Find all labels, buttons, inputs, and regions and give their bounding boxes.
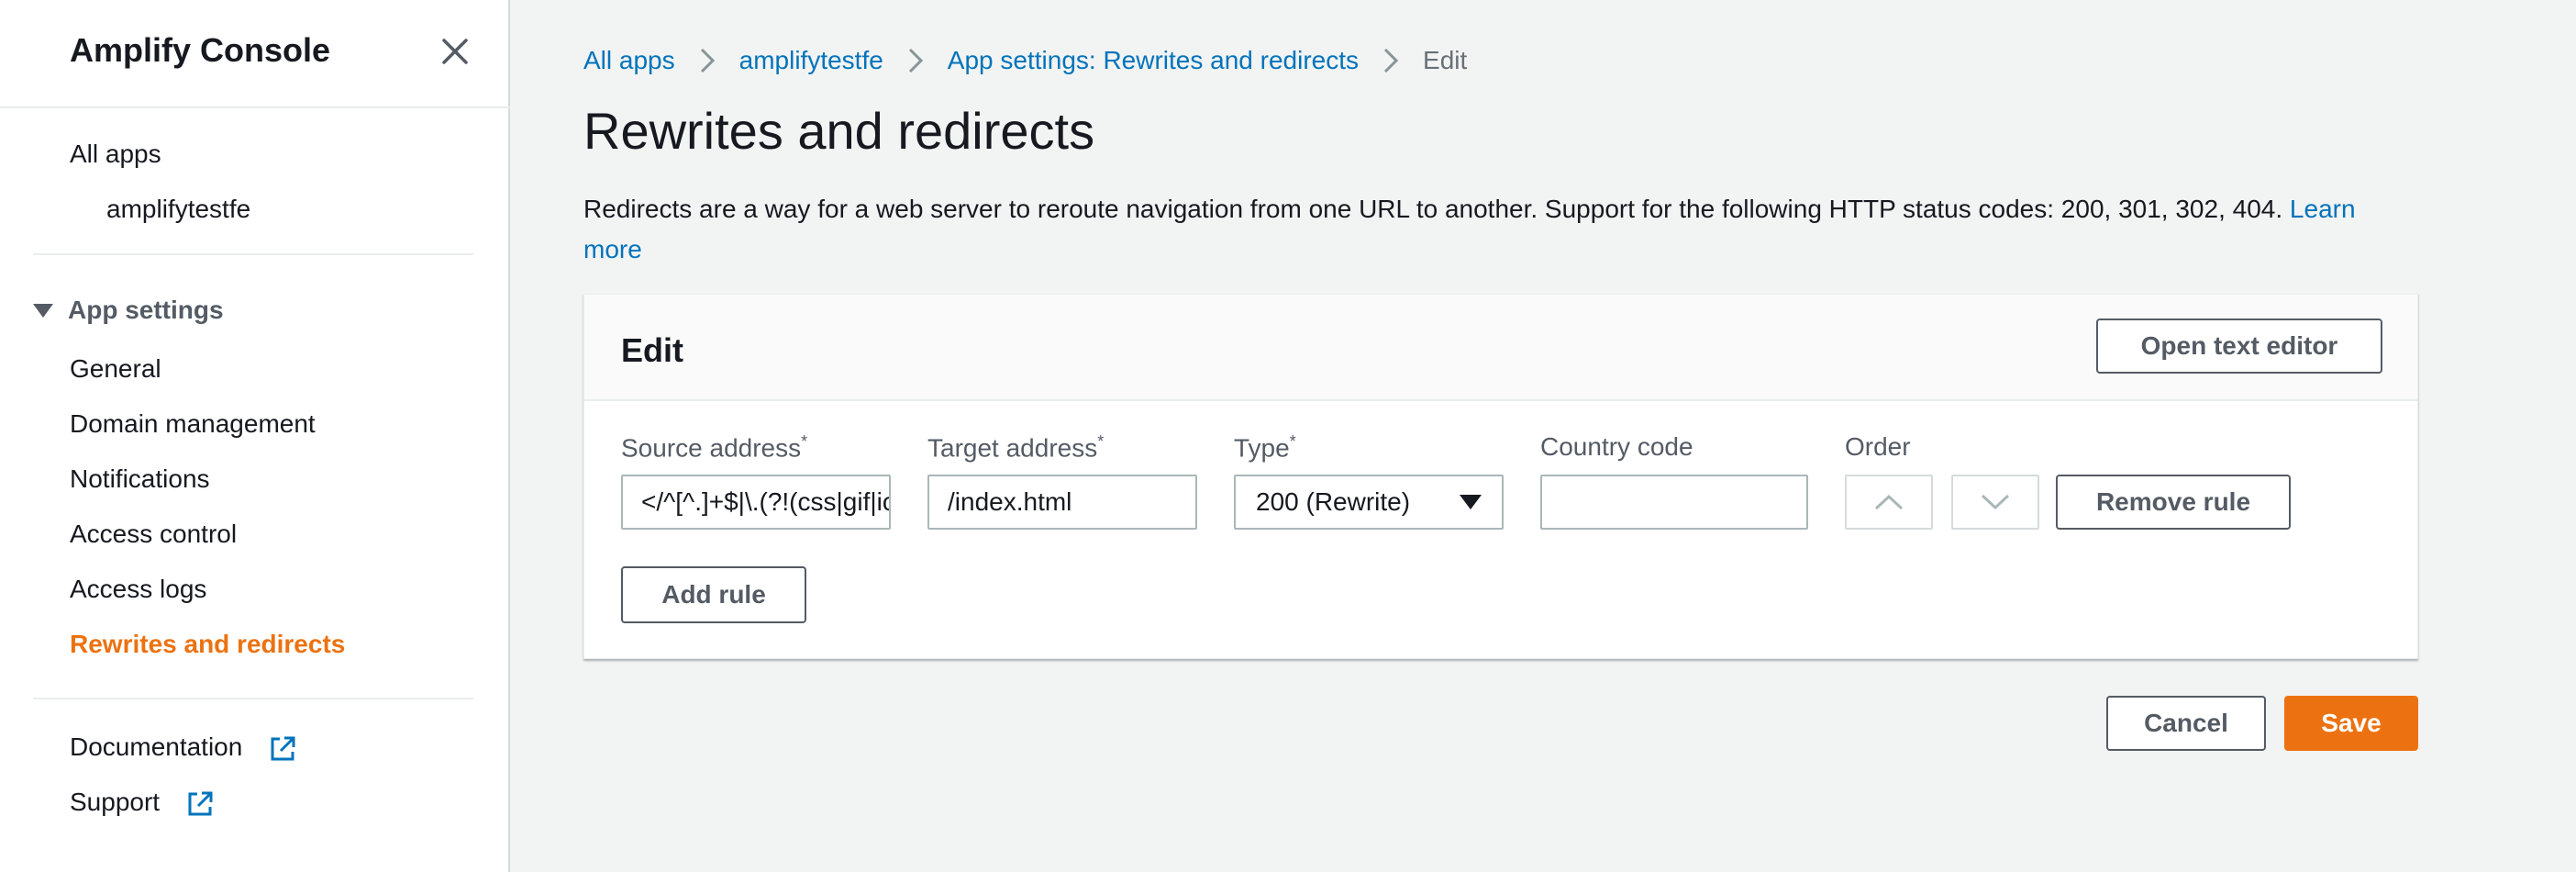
sidebar: Amplify Console All apps amplifytestfe A… [0,0,510,872]
sidebar-item-access-control[interactable]: Access control [70,520,237,549]
country-code-input[interactable] [1540,475,1808,530]
source-address-label: Source address* [621,432,807,463]
chevron-right-icon [1382,47,1399,74]
documentation-label: Documentation [70,732,243,761]
edit-panel-title: Edit [621,331,683,369]
type-label-text: Type [1234,433,1290,463]
cancel-button[interactable]: Cancel [2106,696,2266,751]
add-rule-button[interactable]: Add rule [621,566,806,623]
description-text: Redirects are a way for a web server to … [583,195,2283,223]
edit-panel: Edit Open text editor Source address* Ta… [583,294,2418,659]
type-label: Type* [1234,432,1296,463]
app-settings-section-toggle[interactable]: App settings [33,296,224,325]
chevron-right-icon [907,47,924,74]
section-label: App settings [68,296,224,324]
external-link-icon [271,736,295,761]
caret-down-icon [1460,495,1482,509]
sidebar-title: Amplify Console [70,31,331,69]
sidebar-item-notifications[interactable]: Notifications [70,464,210,494]
type-select-value: 200 (Rewrite) [1256,487,1411,516]
breadcrumb-current: Edit [1423,46,1468,74]
country-code-label: Country code [1540,432,1693,461]
caret-down-icon [33,303,53,318]
required-mark: * [801,432,808,451]
breadcrumb: All apps amplifytestfe App settings: Rew… [583,46,1467,75]
type-select[interactable]: 200 (Rewrite) [1234,475,1504,530]
external-link-icon [188,791,213,816]
move-up-button[interactable] [1845,475,1933,530]
open-text-editor-button[interactable]: Open text editor [2096,319,2382,374]
support-label: Support [70,788,161,816]
sidebar-item-all-apps[interactable]: All apps [70,140,161,169]
breadcrumb-app[interactable]: amplifytestfe [739,46,883,75]
required-mark: * [1289,432,1296,451]
close-icon[interactable] [437,33,473,70]
required-mark: * [1097,432,1105,451]
page-description: Redirects are a way for a web server to … [583,189,2418,270]
sidebar-item-general[interactable]: General [70,354,161,384]
breadcrumb-all-apps[interactable]: All apps [583,46,675,75]
edit-panel-header: Edit Open text editor [584,295,2417,401]
target-label-text: Target address [927,433,1098,463]
chevron-down-icon [1981,494,2010,510]
sidebar-divider [33,698,473,699]
page-title: Rewrites and redirects [583,102,1095,160]
sidebar-item-app[interactable]: amplifytestfe [106,195,250,224]
chevron-up-icon [1874,494,1904,510]
sidebar-divider [0,106,510,108]
target-address-label: Target address* [927,432,1104,463]
order-label: Order [1845,432,1911,461]
target-address-input[interactable]: /index.html [927,475,1197,530]
save-button[interactable]: Save [2284,696,2418,751]
sidebar-item-support[interactable]: Support [70,788,215,819]
sidebar-item-documentation[interactable]: Documentation [70,732,297,764]
source-label-text: Source address [621,433,802,463]
sidebar-item-access-logs[interactable]: Access logs [70,575,206,604]
move-down-button[interactable] [1951,475,2039,530]
chevron-right-icon [699,47,716,74]
breadcrumb-rewrites-settings[interactable]: App settings: Rewrites and redirects [948,46,1359,75]
sidebar-item-rewrites-and-redirects[interactable]: Rewrites and redirects [70,630,345,659]
remove-rule-button[interactable]: Remove rule [2056,475,2291,530]
sidebar-divider [33,253,473,255]
source-address-input[interactable]: </^[^.]+$|\.(?!(css|gif|ico|jpg|js|png|t… [621,475,891,530]
sidebar-item-domain-management[interactable]: Domain management [70,409,316,439]
